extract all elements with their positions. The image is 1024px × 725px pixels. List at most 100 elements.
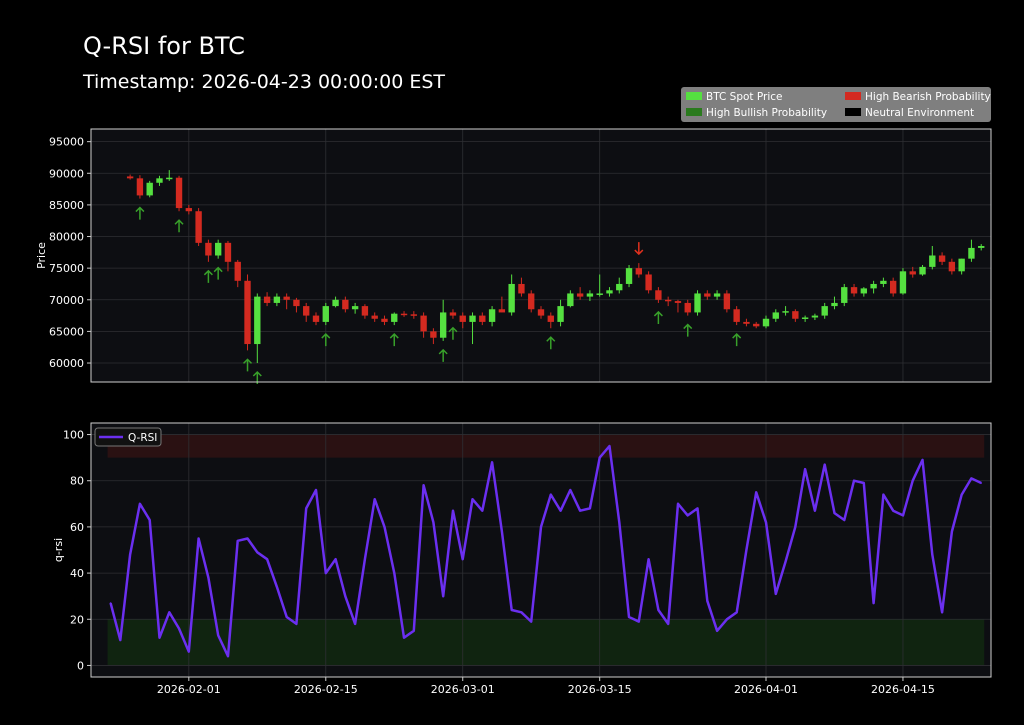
qrsi-point (598, 456, 601, 459)
qrsi-point (960, 493, 963, 496)
qrsi-point (814, 509, 816, 512)
candle-body (322, 306, 329, 322)
qrsi-point (471, 498, 474, 501)
candle-body (968, 247, 975, 259)
candle-body (508, 283, 515, 313)
candle-body (136, 178, 144, 196)
qrsi-point (863, 482, 865, 484)
qrsi-point (119, 639, 122, 641)
candle-body (938, 255, 946, 262)
candle-body (263, 296, 271, 303)
legend-swatch (686, 108, 702, 116)
qrsi-point (158, 636, 161, 639)
candle-body (439, 312, 447, 338)
qrsi-tick-label: 80 (70, 475, 84, 488)
candle-body (342, 299, 349, 310)
qrsi-point (432, 521, 435, 524)
candle-body (880, 280, 887, 284)
qrsi-point (188, 650, 190, 653)
candle-body (459, 315, 466, 322)
price-tick-label: 60000 (49, 357, 84, 370)
candle-body (684, 302, 691, 313)
candle-body (156, 178, 163, 183)
qrsi-point (393, 572, 396, 574)
price-tick-label: 90000 (49, 167, 84, 180)
qrsi-point (324, 572, 327, 574)
qrsi-point (461, 558, 464, 561)
candle-body (596, 293, 603, 295)
candle-body (713, 293, 721, 297)
qrsi-point (403, 636, 405, 639)
candle-body (400, 313, 408, 316)
candle-body (723, 293, 731, 310)
legend-swatch (845, 108, 861, 116)
qrsi-point (951, 530, 953, 533)
candle-body (801, 317, 809, 319)
qrsi-point (638, 620, 640, 623)
qrsi-point (266, 558, 268, 561)
qrsi-point (510, 609, 513, 611)
candle-body (743, 321, 750, 324)
candle-body (361, 306, 369, 316)
price-tick-label: 80000 (49, 231, 84, 244)
candle-body (753, 323, 760, 327)
candle-body (420, 315, 427, 332)
candle-body (576, 293, 584, 297)
candle-body (332, 299, 339, 307)
qrsi-point (246, 537, 249, 540)
candle-body (166, 177, 173, 180)
qrsi-point (628, 616, 630, 618)
candle-body (351, 306, 359, 310)
qrsi-point (667, 623, 669, 625)
qrsi-point (197, 537, 200, 540)
candle-body (283, 296, 290, 300)
candle-body (537, 309, 545, 316)
candle-body (694, 293, 701, 313)
candle-body (586, 293, 594, 297)
qrsi-point (608, 445, 611, 447)
candle-body (958, 258, 965, 272)
date-tick-label: 2026-02-01 (157, 683, 221, 696)
candle-body (704, 293, 711, 297)
qrsi-point (481, 509, 484, 512)
qrsi-point (344, 595, 347, 597)
qrsi-point (569, 489, 572, 491)
candle-body (772, 312, 779, 319)
candle-body (547, 315, 554, 322)
legend-label: Neutral Environment (865, 107, 974, 119)
qrsi-point (755, 491, 758, 494)
qrsi-point (686, 514, 689, 517)
candle-body (831, 302, 838, 307)
qrsi-point (276, 586, 278, 588)
qrsi-point (207, 576, 210, 579)
price-axis-label: Price (35, 242, 48, 269)
candle-body (381, 318, 388, 322)
candle-body (214, 242, 222, 256)
candle-body (557, 306, 564, 322)
candle-body (978, 246, 985, 248)
qrsi-point (559, 509, 562, 512)
candle-body (948, 261, 956, 272)
qrsi-point (501, 530, 503, 533)
qrsi-point (696, 507, 699, 510)
price-legend: BTC Spot Price High Bearish Probability Hi… (681, 87, 991, 122)
qrsi-point (129, 553, 131, 556)
qrsi-point (217, 634, 219, 637)
qrsi-legend-label: Q-RSI (128, 432, 157, 444)
qrsi-point (911, 479, 914, 482)
candle-body (293, 299, 300, 307)
candle-body (567, 293, 574, 307)
qrsi-point (540, 526, 542, 528)
candle-body (126, 176, 134, 179)
candle-body (449, 312, 457, 316)
legend-label: BTC Spot Price (706, 91, 783, 103)
qrsi-point (285, 616, 288, 618)
qrsi-point (833, 512, 836, 514)
candle-body (273, 296, 281, 303)
qrsi-point (422, 484, 425, 487)
qrsi-point (452, 509, 454, 512)
candle-body (479, 315, 486, 322)
candle-body (782, 311, 789, 313)
qrsi-point (236, 539, 239, 542)
candle-body (205, 242, 212, 256)
